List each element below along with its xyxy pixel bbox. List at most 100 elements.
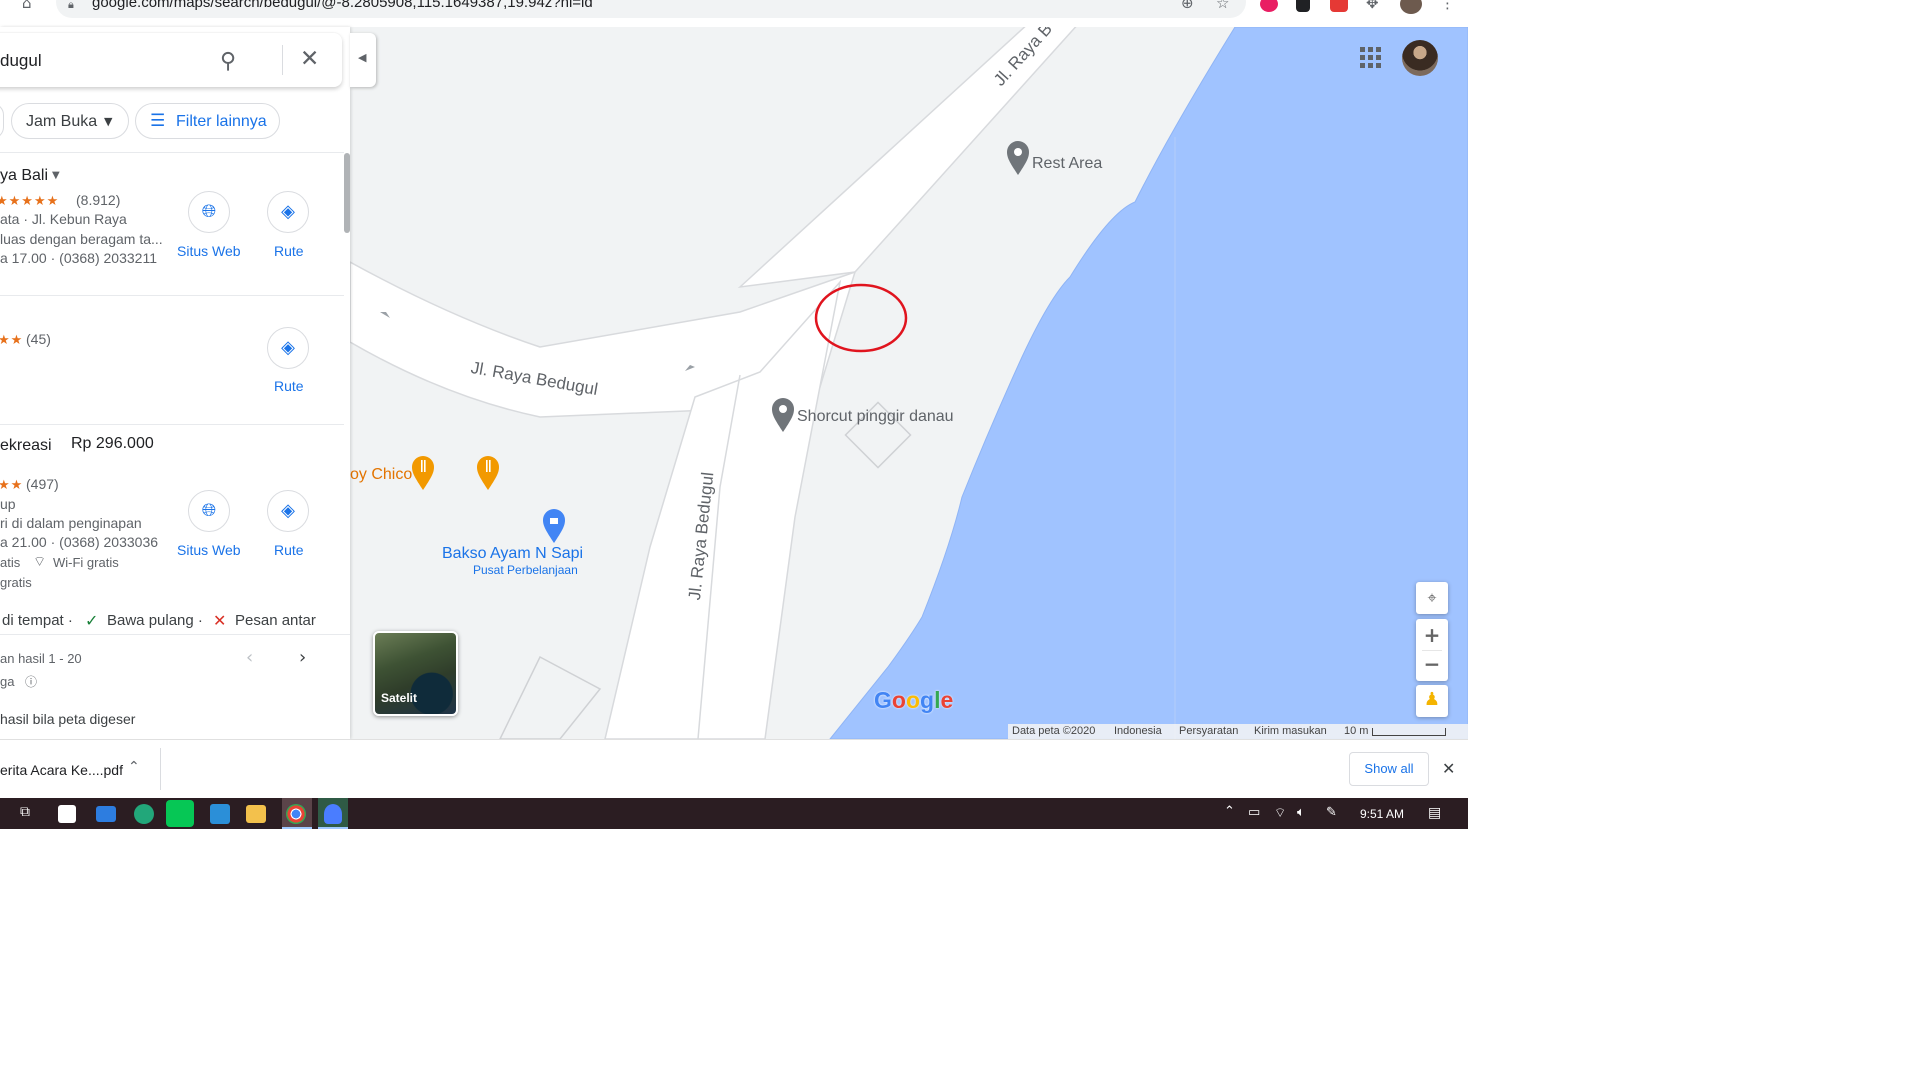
edge-icon[interactable] bbox=[134, 804, 154, 824]
results-range: an hasil 1 - 20 bbox=[0, 651, 82, 666]
line-icon[interactable] bbox=[166, 800, 194, 827]
volume-icon[interactable]: 🔈︎ bbox=[1297, 805, 1305, 820]
my-location-button[interactable]: ⌖ bbox=[1416, 582, 1448, 614]
route-label[interactable]: Rute bbox=[274, 378, 304, 394]
extension-icon-2[interactable] bbox=[1296, 0, 1310, 12]
check-icon: ✓ bbox=[85, 611, 99, 630]
scale-label[interactable]: 10 m bbox=[1344, 725, 1368, 737]
filter-lainnya-chip[interactable]: ☰ Filter lainnya bbox=[135, 103, 280, 139]
result-3-line1: up bbox=[0, 496, 16, 512]
result-3-line2: ri di dalam penginapan bbox=[0, 515, 142, 531]
poi-chico[interactable]: oy Chico bbox=[350, 466, 412, 484]
route-button[interactable]: ◈ bbox=[267, 191, 309, 233]
wifi-icon: ⌔ bbox=[33, 554, 47, 570]
satellite-toggle[interactable]: Satelit bbox=[373, 631, 458, 716]
profile-avatar[interactable] bbox=[1400, 0, 1422, 14]
result-1-line1: ata · Jl. Kebun Raya bbox=[0, 211, 127, 227]
chrome-icon[interactable] bbox=[286, 804, 306, 824]
url-text[interactable]: google.com/maps/search/bedugul/@-8.28059… bbox=[92, 0, 593, 11]
browser-toolbar: ⌂ 🔒︎ google.com/maps/search/bedugul/@-8.… bbox=[0, 0, 1468, 27]
zoom-out-button[interactable]: − bbox=[1416, 652, 1448, 676]
panel-scrollbar[interactable] bbox=[344, 153, 350, 233]
restaurant-pin-1 bbox=[412, 456, 434, 490]
download-file-name[interactable]: erita Acara Ke....pdf bbox=[0, 762, 123, 778]
delivery-label: Pesan antar bbox=[235, 612, 316, 629]
lock-icon[interactable]: 🔒︎ bbox=[68, 0, 74, 12]
result-3-line4: atis bbox=[0, 555, 21, 570]
road-ne bbox=[737, 27, 1077, 289]
close-icon[interactable]: ✕ bbox=[1442, 759, 1455, 778]
route-button[interactable]: ◈ bbox=[267, 327, 309, 369]
filter-chip-partial[interactable] bbox=[0, 103, 4, 139]
terms-link[interactable]: Persyaratan bbox=[1179, 725, 1238, 737]
show-all-button[interactable]: Show all bbox=[1349, 752, 1429, 786]
region-link[interactable]: Indonesia bbox=[1114, 725, 1162, 737]
next-page-icon[interactable]: › bbox=[299, 647, 306, 668]
star-icon[interactable]: ☆ bbox=[1216, 0, 1229, 12]
add-icon[interactable]: ⊕ bbox=[1181, 0, 1194, 12]
result-1-name[interactable]: ya Bali bbox=[0, 167, 48, 185]
search-box[interactable]: dugul ⚲ ✕ bbox=[0, 33, 342, 87]
website-button[interactable]: 🌐︎ bbox=[188, 191, 230, 233]
poi-bakso-type: Pusat Perbelanjaan bbox=[473, 563, 578, 577]
poi-shortcut[interactable]: Shorcut pinggir danau bbox=[797, 408, 954, 426]
result-1-reviews: (8.912) bbox=[76, 192, 121, 208]
globe-icon: 🌐︎ bbox=[201, 201, 217, 222]
divider bbox=[0, 152, 344, 153]
result-2-stars: ★★ bbox=[0, 332, 24, 347]
menu-icon[interactable]: ⋮ bbox=[1440, 0, 1455, 12]
jam-buka-label: Jam Buka bbox=[26, 113, 98, 130]
search-icon[interactable]: ⚲ bbox=[220, 49, 236, 74]
chevron-up-icon[interactable]: ⌃ bbox=[128, 759, 140, 775]
result-2-reviews: (45) bbox=[26, 331, 51, 347]
result-1-line2: luas dengan beragam ta... bbox=[0, 231, 163, 247]
poi-rest-area[interactable]: Rest Area bbox=[1032, 155, 1102, 173]
result-3-name[interactable]: ekreasi bbox=[0, 437, 52, 455]
battery-icon[interactable]: ▭ bbox=[1248, 805, 1260, 820]
takeaway-label: Bawa pulang · bbox=[107, 612, 203, 629]
shopping-pin bbox=[543, 509, 565, 543]
website-label[interactable]: Situs Web bbox=[177, 243, 241, 259]
home-icon[interactable]: ⌂ bbox=[22, 0, 32, 12]
search-input[interactable]: dugul bbox=[0, 51, 42, 71]
feedback-link[interactable]: Kirim masukan bbox=[1254, 725, 1327, 737]
task-view-icon[interactable]: ⧉ bbox=[20, 804, 30, 820]
update-on-move-label[interactable]: hasil bila peta digeser bbox=[0, 711, 135, 727]
file-explorer-icon[interactable] bbox=[246, 805, 266, 823]
result-3-line3: a 21.00 · (0368) 2033036 bbox=[0, 534, 159, 550]
account-avatar[interactable] bbox=[1402, 40, 1438, 76]
route-button[interactable]: ◈ bbox=[267, 490, 309, 532]
restaurant-pin-2 bbox=[477, 456, 499, 490]
poi-bakso[interactable]: Bakso Ayam N Sapi bbox=[442, 545, 583, 563]
google-logo: Google bbox=[874, 687, 954, 713]
clock[interactable]: 9:51 AM bbox=[1360, 807, 1404, 821]
extension-icon-3[interactable] bbox=[1330, 0, 1348, 12]
pen-icon[interactable]: ✎ bbox=[1326, 805, 1337, 820]
extension-icon-1[interactable] bbox=[1260, 0, 1278, 12]
close-icon[interactable]: ✕ bbox=[300, 46, 319, 72]
website-button[interactable]: 🌐︎ bbox=[188, 490, 230, 532]
apps-grid-icon[interactable] bbox=[1360, 47, 1382, 69]
panel-footer: an hasil 1 - 20 ‹ › ga ⓘ hasil bila peta… bbox=[0, 634, 350, 739]
notification-icon[interactable]: ▤ bbox=[1428, 805, 1441, 821]
pegman-button[interactable]: ♟ bbox=[1416, 685, 1448, 717]
zoom-in-button[interactable]: + bbox=[1416, 623, 1448, 647]
vscode-icon[interactable] bbox=[210, 804, 230, 824]
results-panel: dugul ⚲ ✕ Jam Buka ▼ ☰ Filter lainnya ya… bbox=[0, 27, 350, 739]
map-canvas[interactable]: Jl. Raya Bedugul Jl. Raya Bedugul Jl. Ra… bbox=[350, 27, 1468, 739]
collapse-panel-button[interactable]: ◀ bbox=[350, 33, 376, 87]
mail-icon[interactable] bbox=[96, 806, 116, 822]
filter-lainnya-label: Filter lainnya bbox=[176, 113, 267, 130]
caret-down-icon[interactable]: ▼ bbox=[52, 170, 60, 181]
chevron-up-icon[interactable]: ⌃ bbox=[1224, 804, 1235, 819]
prev-page-icon[interactable]: ‹ bbox=[246, 647, 253, 668]
route-label[interactable]: Rute bbox=[274, 243, 304, 259]
info-icon[interactable]: ⓘ bbox=[25, 673, 37, 690]
jam-buka-chip[interactable]: Jam Buka ▼ bbox=[11, 103, 129, 139]
app-icon[interactable] bbox=[324, 804, 342, 824]
route-label[interactable]: Rute bbox=[274, 542, 304, 558]
store-icon[interactable] bbox=[58, 805, 76, 823]
puzzle-icon[interactable]: ✥ bbox=[1366, 0, 1379, 12]
website-label[interactable]: Situs Web bbox=[177, 542, 241, 558]
wifi-icon[interactable]: ⌔ bbox=[1274, 805, 1286, 821]
